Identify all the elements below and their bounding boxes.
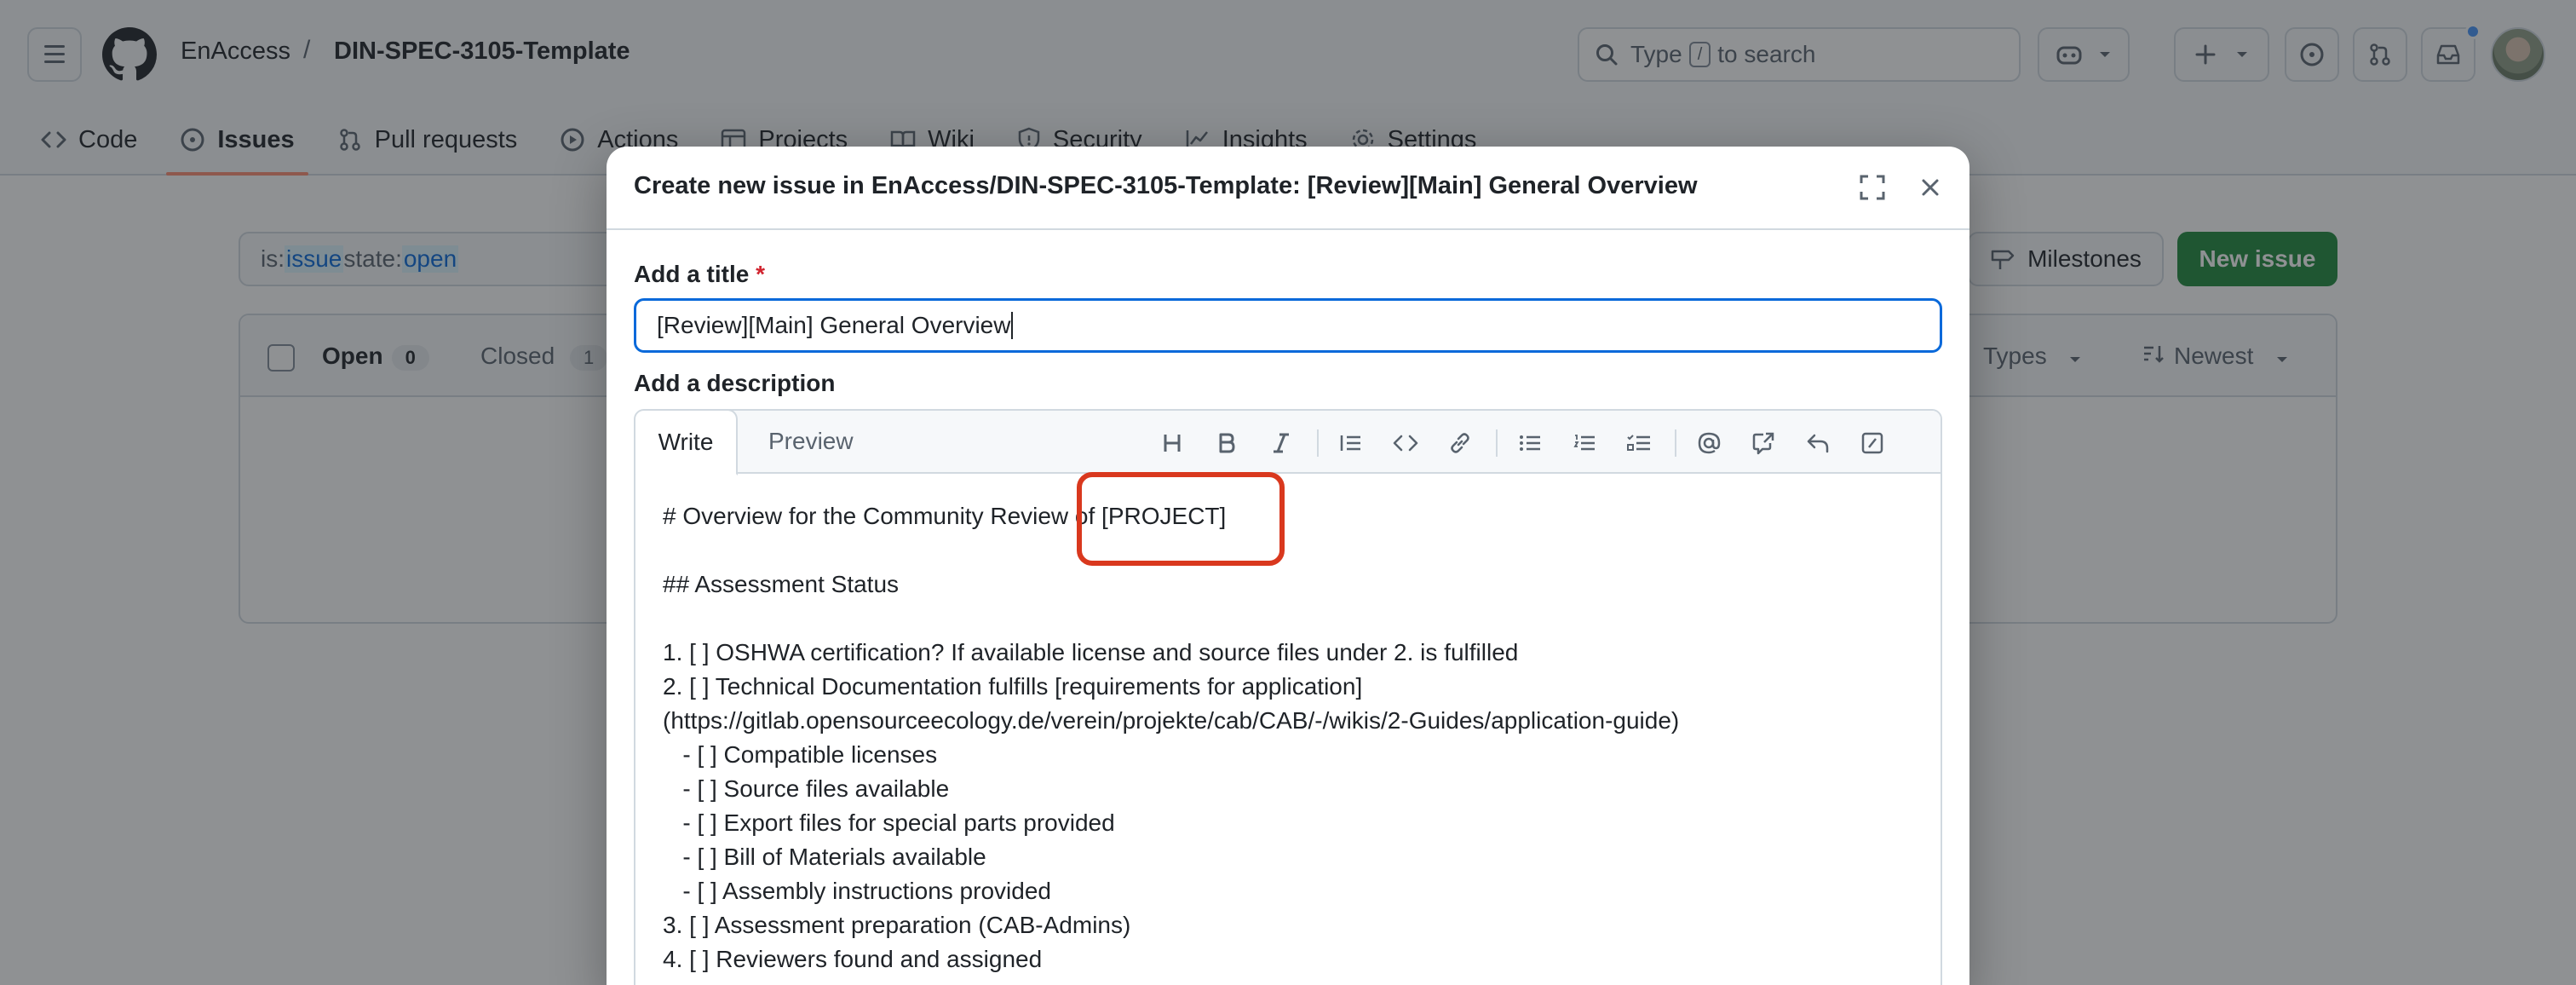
close-icon: [1922, 179, 1939, 196]
bold-icon: [1219, 433, 1235, 453]
body-line: - [ ] Bill of Materials available: [663, 844, 986, 870]
reference-button[interactable]: [1746, 426, 1780, 460]
body-line: # Overview for the Community Review of […: [663, 503, 1227, 529]
italic-icon: [1274, 433, 1289, 453]
title-label: Add a title *: [634, 261, 765, 288]
toolbar-divider: [1496, 429, 1498, 457]
body-line: [663, 533, 1913, 567]
italic-button[interactable]: [1264, 426, 1298, 460]
issue-title-input[interactable]: [Review][Main] General Overview: [634, 298, 1942, 353]
body-line: 3. [ ] Assessment preparation (CAB-Admin…: [663, 912, 1131, 938]
link-icon: [1451, 433, 1469, 453]
body-line: (https://gitlab.opensourceecology.de/ver…: [663, 707, 1680, 734]
toolbar-divider: [1675, 429, 1676, 457]
mention-button[interactable]: [1692, 426, 1726, 460]
body-line: - [ ] Source files available: [663, 775, 950, 802]
cross-reference-icon: [1752, 432, 1774, 455]
heading-button[interactable]: [1155, 426, 1189, 460]
tab-preview[interactable]: Preview: [755, 411, 867, 472]
body-line: [663, 602, 1913, 636]
required-marker: *: [756, 261, 766, 287]
close-button[interactable]: [1913, 170, 1947, 204]
slash-command-icon: [1861, 432, 1883, 454]
code-icon: [1393, 435, 1418, 452]
slash-commands-button[interactable]: [1855, 426, 1889, 460]
tab-write[interactable]: Write: [635, 411, 738, 475]
fullscreen-button[interactable]: [1857, 172, 1888, 203]
text-caret: [1011, 312, 1014, 339]
editor-toolbar: Write Preview: [635, 411, 1941, 475]
description-editor: Write Preview # Overview for the Communi…: [634, 409, 1942, 985]
issue-title-value: [Review][Main] General Overview: [657, 312, 1011, 338]
quote-button[interactable]: [1334, 426, 1368, 460]
reply-icon: [1807, 434, 1829, 453]
code-button[interactable]: [1389, 426, 1423, 460]
dialog-divider: [607, 228, 1969, 230]
annotation-highlight: [1077, 472, 1285, 566]
ordered-list-button[interactable]: [1567, 426, 1601, 460]
description-label: Add a description: [634, 370, 836, 396]
bold-button[interactable]: [1210, 426, 1244, 460]
toolbar-divider: [1317, 429, 1319, 457]
list-ordered-icon: [1573, 435, 1595, 451]
title-label-text: Add a title: [634, 261, 750, 287]
body-line: - [ ] Compatible licenses: [663, 741, 938, 768]
link-button[interactable]: [1443, 426, 1477, 460]
tasklist-icon: [1627, 435, 1650, 451]
body-line: 4. [ ] Reviewers found and assigned: [663, 946, 1043, 972]
task-list-button[interactable]: [1622, 426, 1656, 460]
screen-full-icon: [1860, 175, 1885, 200]
body-line: ## Assessment Status: [663, 571, 900, 597]
body-line: - [ ] Export files for special parts pro…: [663, 809, 1115, 836]
create-issue-dialog: Create new issue in EnAccess/DIN-SPEC-31…: [607, 147, 1969, 985]
unordered-list-button[interactable]: [1513, 426, 1547, 460]
body-line: 2. [ ] Technical Documentation fulfills …: [663, 673, 1363, 700]
quote-icon: [1340, 435, 1360, 451]
list-unordered-icon: [1520, 435, 1540, 451]
body-line: - [ ] Assembly instructions provided: [663, 878, 1051, 904]
body-line: 1. [ ] OSHWA certification? If available…: [663, 639, 1519, 665]
dialog-title: Create new issue in EnAccess/DIN-SPEC-31…: [634, 172, 1698, 199]
description-textarea[interactable]: # Overview for the Community Review of […: [635, 474, 1941, 976]
mention-icon: [1698, 432, 1721, 454]
saved-replies-button[interactable]: [1801, 426, 1835, 460]
heading-icon: [1164, 435, 1181, 452]
